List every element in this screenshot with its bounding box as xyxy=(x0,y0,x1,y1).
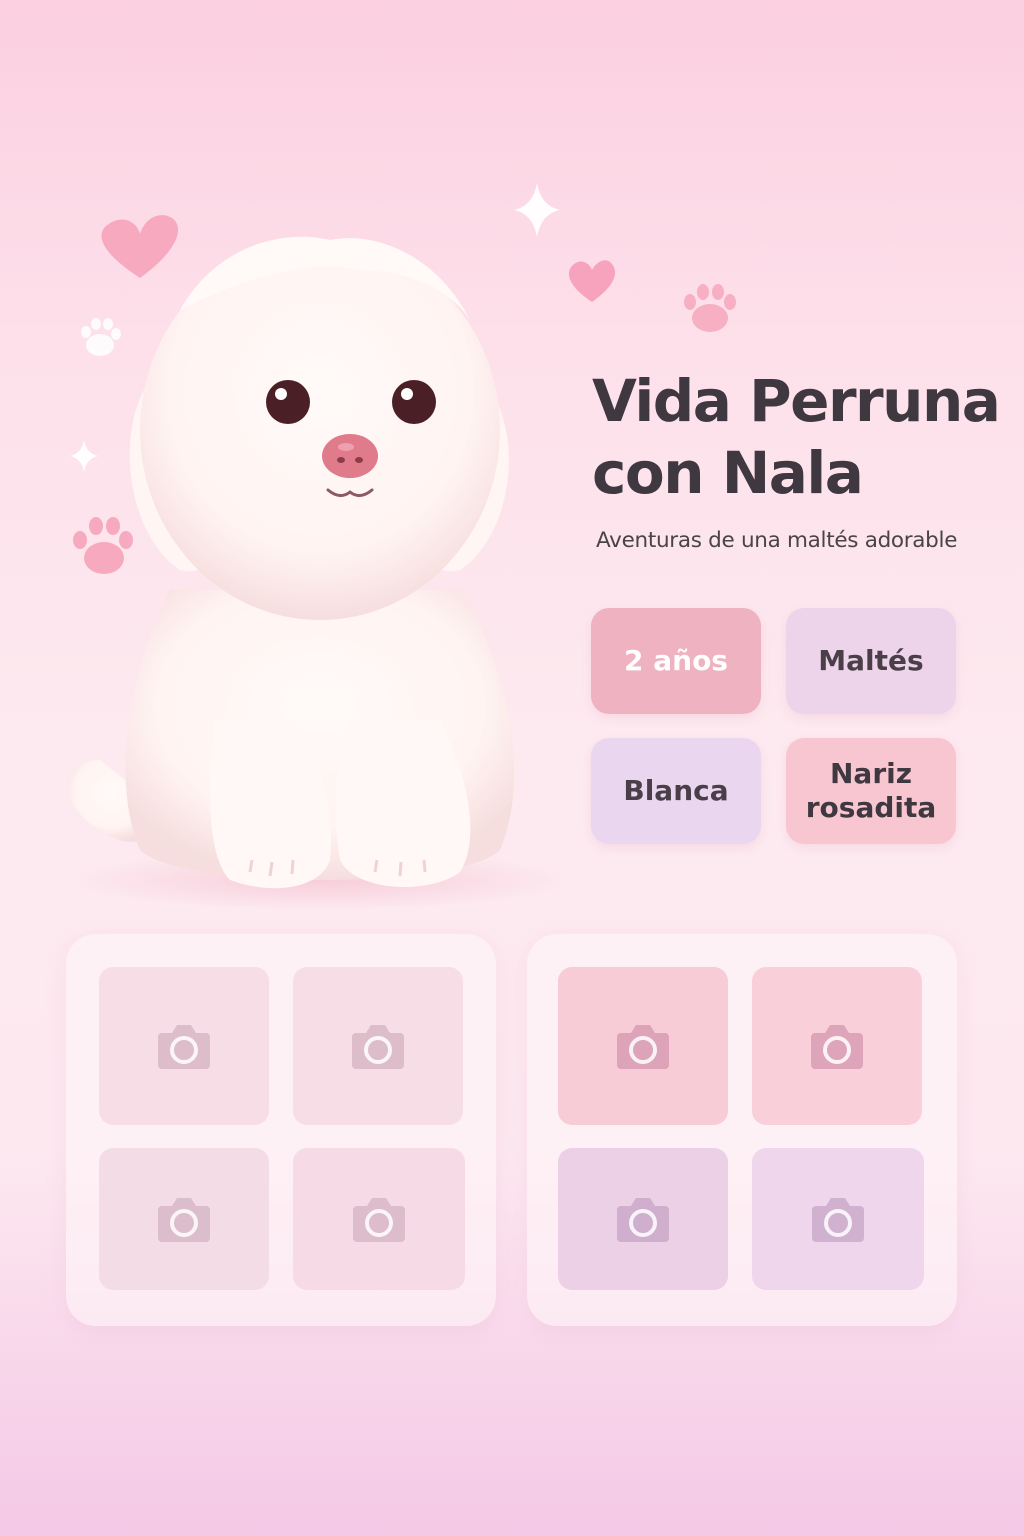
page-title: Vida Perruna con Nala xyxy=(592,365,1012,509)
subtitle: Aventuras de una maltés adorable xyxy=(596,528,958,553)
photo-slot[interactable] xyxy=(752,1148,924,1290)
chip-label: Maltés xyxy=(818,644,924,677)
age-chip: 2 años xyxy=(591,608,761,714)
camera-icon xyxy=(353,1198,405,1242)
photo-slot[interactable] xyxy=(558,1148,728,1290)
photo-panel-left xyxy=(66,934,496,1326)
breed-chip: Maltés xyxy=(786,608,956,714)
photo-slot[interactable] xyxy=(558,967,728,1125)
camera-icon xyxy=(352,1025,404,1069)
camera-icon xyxy=(158,1025,210,1069)
chip-label: 2 años xyxy=(624,644,728,677)
photo-slot[interactable] xyxy=(99,967,269,1125)
camera-icon xyxy=(158,1198,210,1242)
title-line: con Nala xyxy=(592,439,864,507)
camera-icon xyxy=(811,1025,863,1069)
photo-panel-right xyxy=(527,934,957,1326)
dog-illustration xyxy=(67,236,570,910)
nose-chip: Nariz rosadita xyxy=(786,738,956,844)
camera-icon xyxy=(617,1025,669,1069)
photo-slot[interactable] xyxy=(99,1148,269,1290)
photo-slot[interactable] xyxy=(293,967,463,1125)
color-chip: Blanca xyxy=(591,738,761,844)
camera-icon xyxy=(617,1198,669,1242)
photo-slot[interactable] xyxy=(293,1148,465,1290)
title-line: Vida Perruna xyxy=(592,367,1001,435)
paw-icon xyxy=(684,284,736,332)
camera-icon xyxy=(812,1198,864,1242)
chip-label: Nariz rosadita xyxy=(805,757,937,824)
photo-slot[interactable] xyxy=(752,967,922,1125)
chip-label: Blanca xyxy=(623,774,729,807)
